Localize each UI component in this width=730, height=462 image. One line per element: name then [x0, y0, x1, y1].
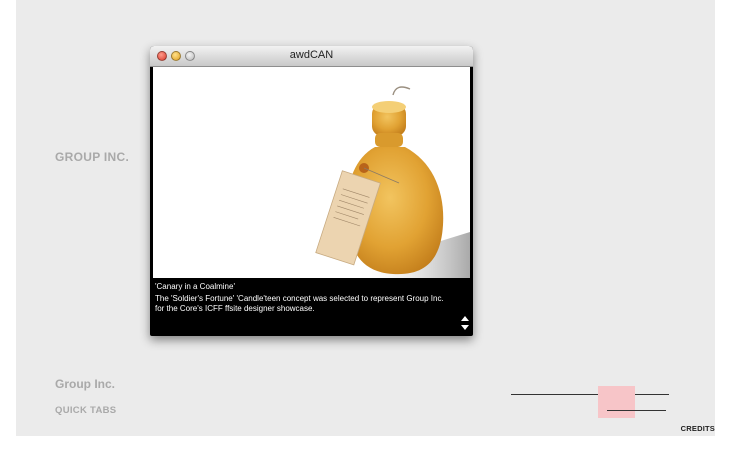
photo-caption: 'Canary in a Coalmine' The 'Soldier's Fo… — [155, 282, 455, 314]
caption-text: The 'Soldier's Fortune' 'Candle'teen con… — [155, 294, 444, 313]
credits-link[interactable]: CREDITS — [681, 424, 715, 433]
footer-title: Group Inc. — [55, 377, 115, 391]
divider-line — [511, 394, 669, 395]
window-title: awdCAN — [289, 49, 334, 61]
caption-title: 'Canary in a Coalmine' — [155, 282, 235, 291]
quick-tabs-link[interactable]: QUICK TABS — [55, 405, 116, 416]
brand-label: GROUP INC. — [55, 150, 130, 164]
window-titlebar[interactable]: awdCAN — [150, 46, 473, 67]
candle-bottle-illustration — [315, 86, 470, 278]
divider-line-short — [607, 410, 666, 411]
highlight-box[interactable] — [598, 386, 635, 418]
product-photo — [153, 67, 470, 278]
scroll-arrows-icon[interactable] — [461, 316, 469, 330]
image-viewer-window: awdCAN 'Canary in a Coalmine' The 'Soldi… — [150, 46, 473, 336]
